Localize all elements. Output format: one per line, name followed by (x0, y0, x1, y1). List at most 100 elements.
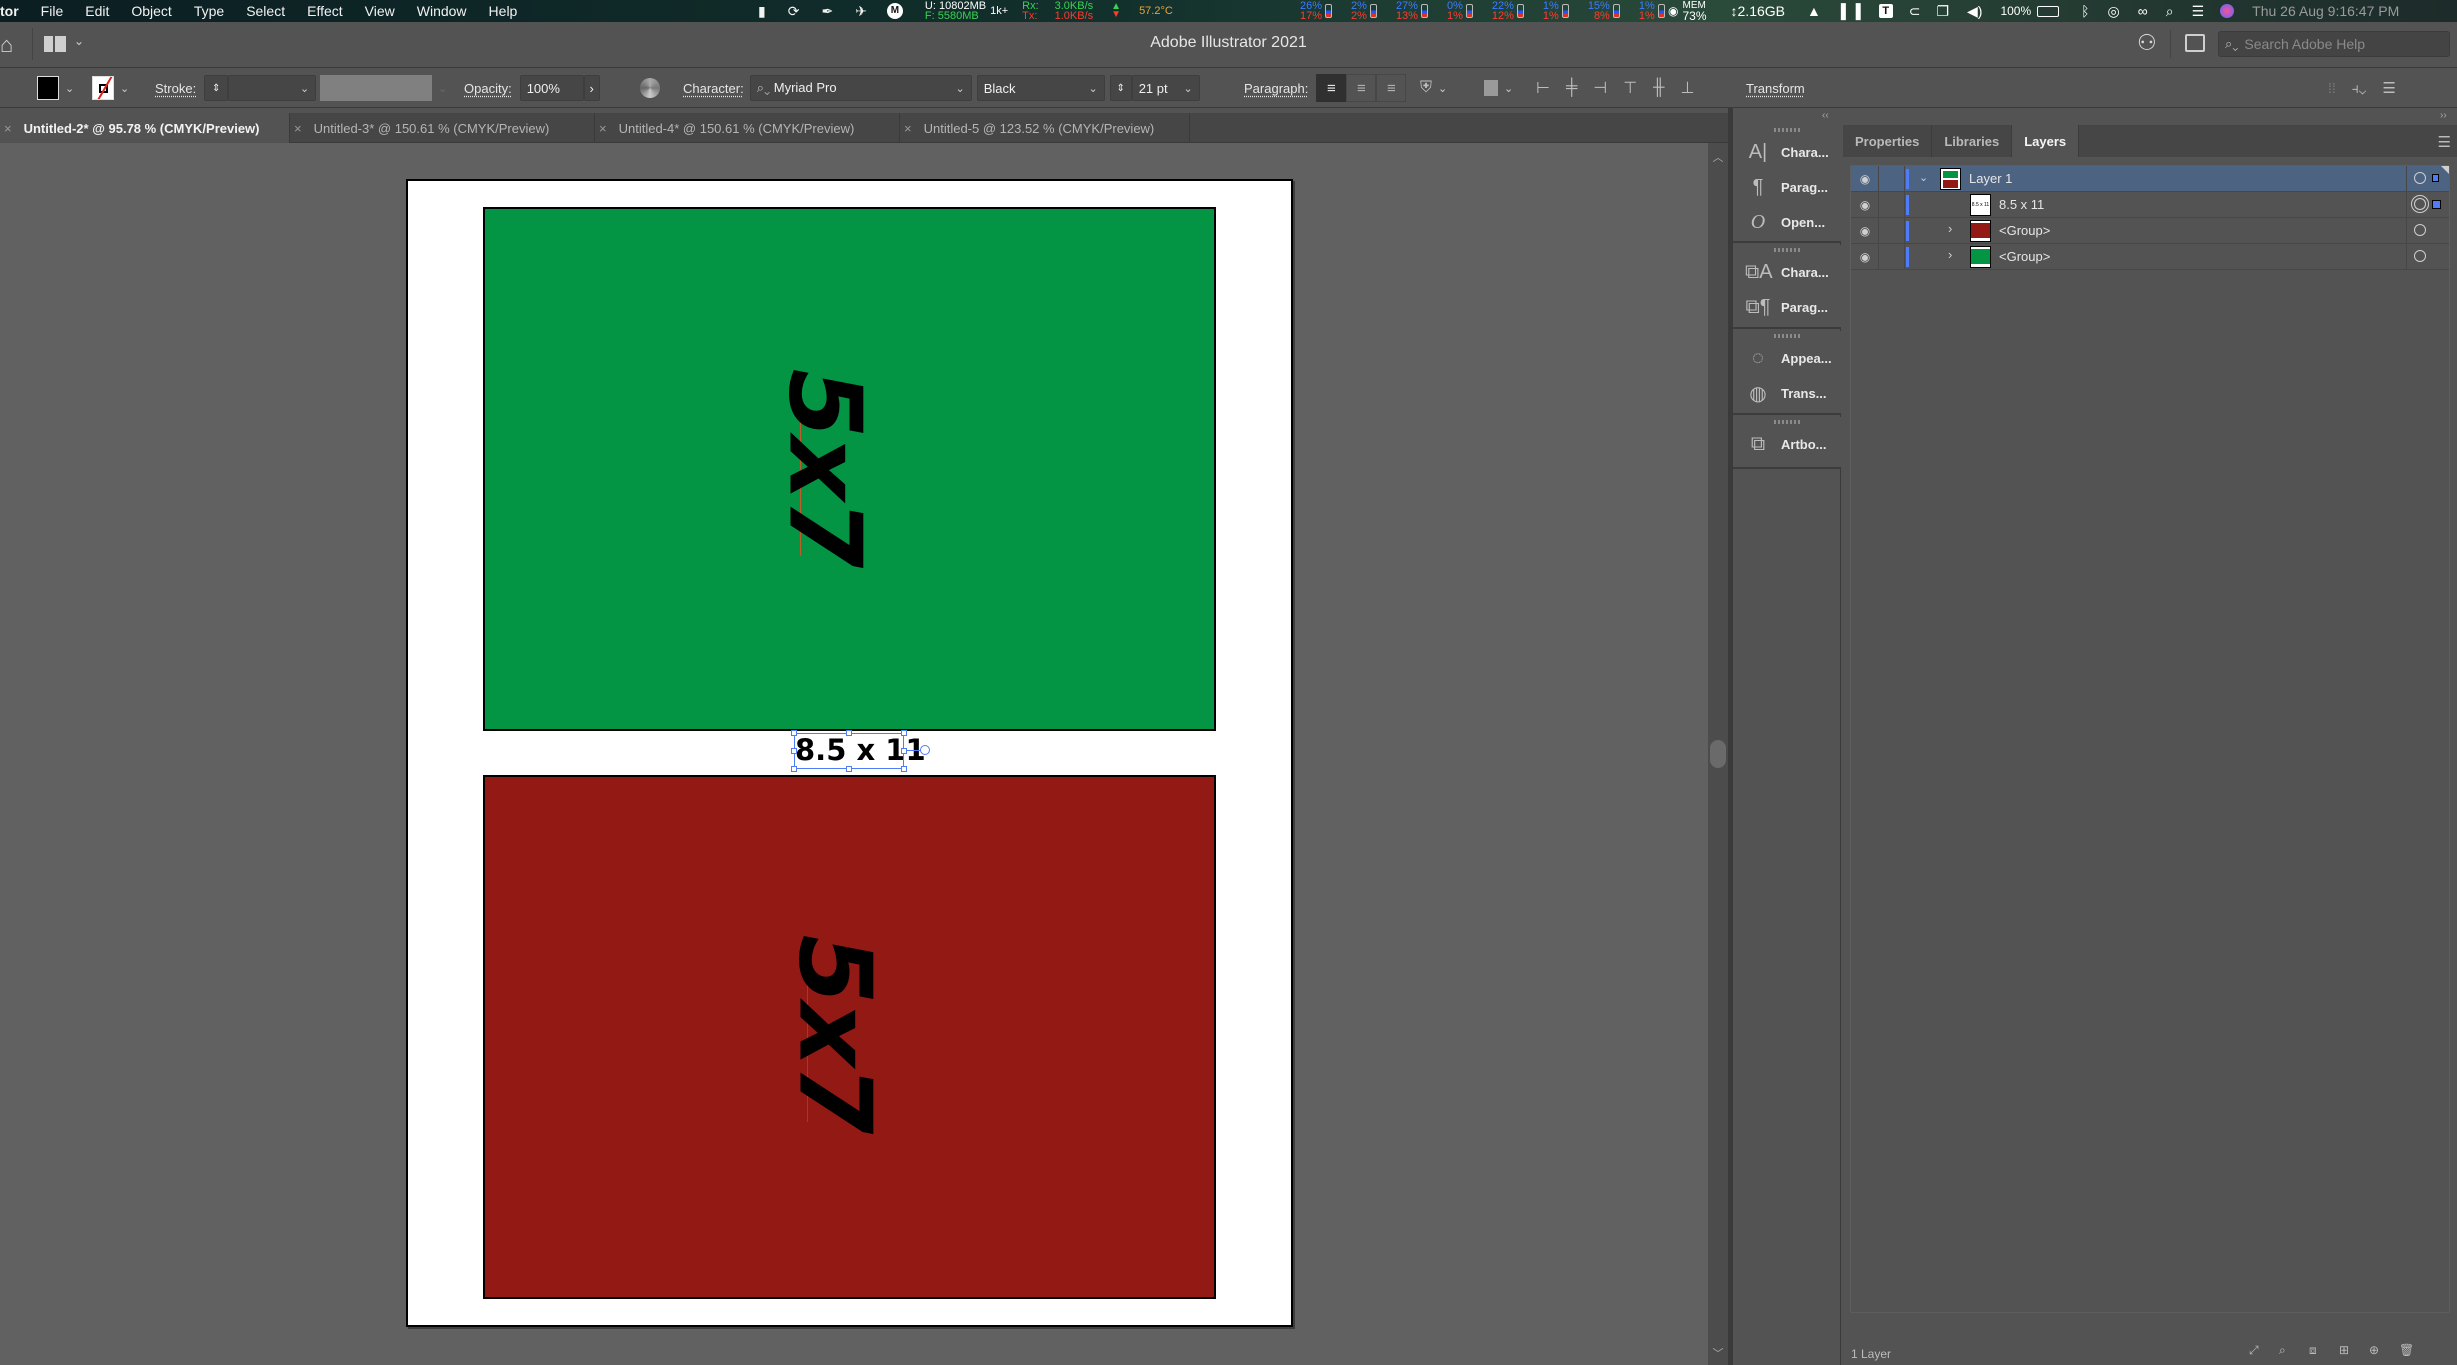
malwarebytes-icon[interactable]: M (886, 3, 903, 19)
object-name[interactable]: <Group> (1999, 223, 2050, 238)
selection-handle[interactable] (846, 730, 852, 736)
panel-menu-icon[interactable]: ☰ (2438, 133, 2451, 151)
menu-file[interactable]: File (30, 3, 75, 19)
tab-untitled-2[interactable]: × Untitled-2* @ 95.78 % (CMYK/Preview) (0, 113, 290, 143)
close-icon[interactable]: × (4, 121, 12, 136)
clipping-mask-icon[interactable]: ⧈ (2309, 1343, 2317, 1358)
layer-row-text-8-5-x-11[interactable]: ◉ 8.5 x 11 8.5 x 11 (1851, 192, 2449, 218)
selection-handle[interactable] (846, 766, 852, 772)
locate-object-icon[interactable]: ⌕ (2279, 1343, 2286, 1358)
object-name[interactable]: <Group> (1999, 249, 2050, 264)
green-card-label[interactable]: 5x7 (767, 308, 884, 628)
red-5x7-rectangle[interactable]: 5x7 (483, 775, 1216, 1299)
paragraph-label[interactable]: Paragraph: (1244, 81, 1308, 96)
green-5x7-rectangle[interactable]: 5x7 (483, 207, 1216, 731)
dock-item-artboards[interactable]: ⧉ Artbo... (1733, 427, 1841, 462)
window-manager-icon[interactable]: ▌▐ (1841, 3, 1861, 19)
stroke-none-swatch[interactable] (92, 76, 114, 100)
menu-edit[interactable]: Edit (74, 3, 120, 19)
tab-libraries[interactable]: Libraries (1932, 125, 2013, 157)
isolate-icon[interactable]: ⁞⁞ (2328, 80, 2336, 96)
close-icon[interactable]: × (294, 121, 302, 136)
font-family-select[interactable]: ⌕⌄ Myriad Pro ⌄ (749, 75, 972, 101)
character-label[interactable]: Character: (683, 81, 744, 96)
opacity-label[interactable]: Opacity: (464, 81, 512, 96)
bluetooth-icon[interactable]: ᛒ (2081, 3, 2089, 19)
align-vertical-center-icon[interactable]: ╫ (1653, 79, 1664, 97)
dock-item-paragraph[interactable]: ¶ Parag... (1733, 170, 1841, 205)
align-top-edges-icon[interactable]: ⊤ (1623, 78, 1637, 98)
search-adobe-help-input[interactable]: ⌕⌄ Search Adobe Help (2218, 31, 2450, 57)
text-thread-port[interactable] (920, 745, 930, 755)
collapse-dock-icon[interactable]: ‹‹ (1822, 110, 1829, 121)
notification-icon[interactable]: ▲ (1807, 3, 1821, 19)
stroke-label[interactable]: Stroke: (155, 81, 196, 96)
stroke-stepper[interactable]: ⇕ (204, 75, 229, 101)
red-card-label[interactable]: 5x7 (777, 874, 894, 1194)
scroll-up-icon[interactable]: ︿ (1708, 149, 1728, 165)
dock-item-character[interactable]: A| Chara... (1733, 135, 1841, 170)
tab-untitled-5[interactable]: × Untitled-5 @ 123.52 % (CMYK/Preview) (900, 113, 1190, 143)
feather-icon[interactable]: ✒ (821, 3, 833, 20)
selection-handle[interactable] (791, 748, 797, 754)
fill-swatch[interactable] (37, 76, 59, 100)
menu-effect[interactable]: Effect (296, 3, 354, 19)
document-setup-button[interactable]: ⌄ (1484, 75, 1513, 101)
chevron-right-icon[interactable]: › (583, 75, 600, 101)
selection-handle[interactable] (901, 748, 907, 754)
layer-row-layer-1[interactable]: ◉ ⌄ Layer 1 (1851, 166, 2449, 192)
dock-item-appearance[interactable]: ◌ Appea... (1733, 341, 1841, 376)
vertical-scrollbar[interactable]: ︿ ﹀ (1708, 143, 1728, 1365)
expand-panel-icon[interactable]: ›› (2440, 110, 2447, 121)
tab-untitled-3[interactable]: × Untitled-3* @ 150.61 % (CMYK/Preview) (290, 113, 595, 143)
dock-item-paragraph-styles[interactable]: ⧉¶ Parag... (1733, 290, 1841, 325)
opacity-input[interactable]: 100% (519, 75, 584, 101)
grip-handle[interactable] (1733, 245, 1841, 255)
share-user-icon[interactable]: ⚇ (2137, 30, 2157, 56)
spotlight-icon[interactable]: ⌕ (2166, 3, 2174, 20)
scroll-down-icon[interactable]: ﹀ (1708, 1345, 1728, 1361)
transform-label[interactable]: Transform (1746, 81, 1805, 96)
siri-icon[interactable] (2220, 4, 2235, 18)
rocket-icon[interactable]: ✈ (855, 3, 867, 20)
close-icon[interactable]: × (599, 121, 607, 136)
layer-row-group-green[interactable]: ◉ › <Group> (1851, 244, 2449, 270)
menu-type[interactable]: Type (183, 3, 235, 19)
menu-object[interactable]: Object (120, 3, 182, 19)
chevron-down-icon[interactable]: ⌄ (120, 82, 129, 95)
datetime[interactable]: Thu 26 Aug 9:16:47 PM (2252, 3, 2399, 19)
airdrop-icon[interactable]: ◎ (2108, 3, 2120, 20)
visibility-eye-icon[interactable]: ◉ (1858, 250, 1872, 264)
visibility-eye-icon[interactable]: ◉ (1858, 224, 1872, 238)
menu-app-name[interactable]: tor (0, 3, 30, 19)
dock-item-transparency[interactable]: ◍ Trans... (1733, 376, 1841, 411)
envelope-warp-button[interactable]: ⛨ ⌄ (1420, 75, 1447, 101)
link-icon[interactable]: ∞ (2138, 3, 2148, 19)
menu-view[interactable]: View (354, 3, 406, 19)
align-center-button[interactable]: ≡ (1346, 74, 1377, 102)
visibility-eye-icon[interactable]: ◉ (1858, 198, 1872, 212)
tab-properties[interactable]: Properties (1843, 125, 1933, 157)
align-horizontal-center-icon[interactable]: ╪ (1566, 79, 1577, 97)
target-circle-icon[interactable] (2414, 198, 2426, 210)
sync-icon[interactable]: ⟳ (788, 3, 800, 20)
align-right-edges-icon[interactable]: ⊣ (1593, 78, 1607, 98)
align-bottom-edges-icon[interactable]: ⊥ (1681, 78, 1695, 98)
transform-link[interactable]: Transform (1746, 75, 1805, 101)
variable-width-profile[interactable]: ⌄ (320, 75, 447, 101)
close-icon[interactable]: × (904, 121, 912, 136)
chevron-down-icon[interactable]: ⌄ (438, 82, 447, 95)
scrollbar-thumb[interactable] (1710, 740, 1726, 768)
selection-handle[interactable] (901, 730, 907, 736)
selection-handle[interactable] (791, 766, 797, 772)
grip-handle[interactable] (1733, 417, 1841, 427)
menu-select[interactable]: Select (235, 3, 296, 19)
new-layer-icon[interactable]: ⊕ (2369, 1343, 2379, 1357)
menu-help[interactable]: Help (478, 3, 529, 19)
chevron-right-icon[interactable]: › (1948, 221, 1952, 236)
target-circle-icon[interactable] (2414, 172, 2426, 184)
font-style-select[interactable]: Black ⌄ (976, 75, 1105, 101)
trash-icon[interactable]: 🗑 (2399, 1343, 2414, 1357)
layer-row-group-red[interactable]: ◉ › <Group> (1851, 218, 2449, 244)
fill-color-swatch[interactable]: ⌄ (37, 75, 74, 101)
